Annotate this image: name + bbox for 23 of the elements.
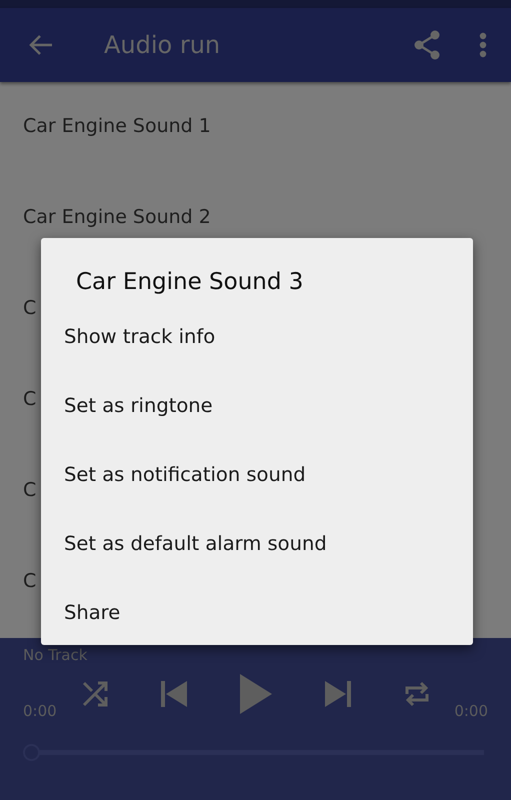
track-item[interactable]: C <box>0 456 36 547</box>
menu-item[interactable]: Set as ringtone <box>64 387 213 425</box>
elapsed-time: 0:00 <box>23 702 57 720</box>
track-name: No Track <box>23 646 88 664</box>
back-icon[interactable] <box>28 34 54 56</box>
track-item[interactable]: C <box>0 365 36 456</box>
app-title: Audio run <box>104 31 222 59</box>
track-item[interactable]: C <box>0 547 36 638</box>
duration-time: 0:00 <box>454 702 488 720</box>
menu-item[interactable]: Share <box>64 594 120 632</box>
menu-item[interactable]: Set as default alarm sound <box>64 525 327 563</box>
track-item[interactable]: C <box>0 274 36 365</box>
previous-icon[interactable] <box>160 680 188 708</box>
menu-title: Car Engine Sound 3 <box>75 269 304 297</box>
track-item[interactable]: Car Engine Sound 1 <box>0 92 211 183</box>
repeat-icon[interactable] <box>404 680 430 708</box>
play-icon[interactable] <box>240 674 272 714</box>
menu-item[interactable]: Show track info <box>64 318 216 356</box>
share-icon[interactable] <box>413 30 441 60</box>
menu-item[interactable]: Set as notification sound <box>64 456 306 494</box>
shuffle-icon[interactable] <box>82 681 108 707</box>
next-icon[interactable] <box>324 680 352 708</box>
more-icon[interactable] <box>479 32 487 58</box>
